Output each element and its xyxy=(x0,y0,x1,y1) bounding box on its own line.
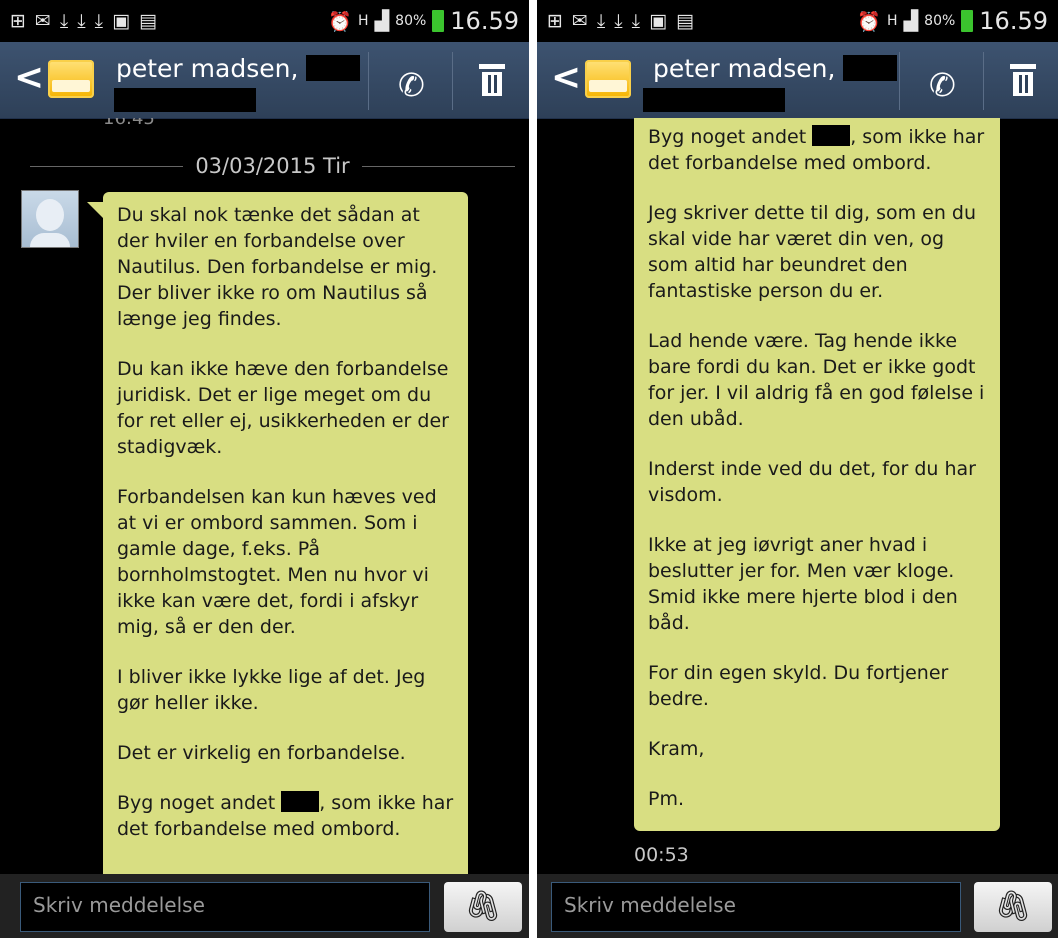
message-paragraph: Pm. xyxy=(648,788,685,810)
redacted-block xyxy=(812,125,851,146)
battery-icon xyxy=(961,10,974,32)
previous-timestamp: 16:45 xyxy=(103,118,155,129)
attach-icon[interactable]: 🖇 xyxy=(974,882,1052,932)
gallery-icon: ▤ xyxy=(676,10,694,32)
compose-bar: Skriv meddelelse 🖇 xyxy=(537,874,1058,938)
network-type: H xyxy=(887,13,898,29)
message-paragraph: Forbandelsen kan kun hæves ved at vi er … xyxy=(117,486,437,638)
header-divider xyxy=(983,52,984,110)
redacted-block xyxy=(281,791,320,812)
redacted-block xyxy=(843,55,898,81)
message-paragraph: Kram, xyxy=(648,738,705,760)
message-list[interactable]: Byg noget andet , som ikke har det forba… xyxy=(537,118,1058,874)
back-icon[interactable]: < xyxy=(14,60,44,96)
download-icon: ⤓ xyxy=(596,10,606,32)
gallery-icon: ▤ xyxy=(139,10,157,32)
redacted-number xyxy=(643,88,785,112)
message-paragraph: I bliver ikke lykke lige af det. Jeg gør… xyxy=(117,666,426,714)
message-paragraph: Ikke at jeg iøvrigt aner hvad i beslutte… xyxy=(648,534,958,634)
message-input[interactable]: Skriv meddelelse xyxy=(551,882,961,932)
download-icon: ⤓ xyxy=(77,10,86,32)
conversation-header: < peter madsen, ✆ xyxy=(537,42,1058,119)
right-screenshot: ⊞ ✉ ⤓ ⤓ ⤓ ▣ ▤ ⏰ H ▟ 80% 16.59 < peter ma… xyxy=(537,0,1058,938)
trash-icon[interactable] xyxy=(479,64,505,96)
message-paragraph: Det er virkelig en forbandelse. xyxy=(117,742,406,764)
message-paragraph: Byg noget andet , som ikke har det forba… xyxy=(117,791,454,840)
message-paragraph: Lad hende være. Tag hende ikke bare ford… xyxy=(648,330,985,430)
status-bar: ⊞ ✉ ⤓ ⤓ ⤓ ▣ ▤ ⏰ H ▟ 80% 16.59 xyxy=(537,0,1058,42)
download-icon: ⤓ xyxy=(59,10,69,32)
envelope-icon xyxy=(585,60,631,98)
message-timestamp: 00:53 xyxy=(634,844,689,866)
download-icon: ⤓ xyxy=(631,10,641,32)
message-paragraph: Byg noget andet , som ikke har det forba… xyxy=(648,125,985,174)
compose-bar: Skriv meddelelse 🖇 xyxy=(0,874,529,938)
message-paragraph: Inderst inde ved du det, for du har visd… xyxy=(648,458,976,506)
envelope-icon xyxy=(48,60,94,98)
alarm-icon: ⏰ xyxy=(857,10,881,33)
message-bubble[interactable]: Byg noget andet , som ikke har det forba… xyxy=(634,118,1000,831)
signal-icon: ▟ xyxy=(374,10,390,32)
status-bar: ⊞ ✉ ⤓ ⤓ ⤓ ▣ ▤ ⏰ H ▟ 80% 16.59 xyxy=(0,0,529,42)
header-divider xyxy=(452,52,453,110)
message-bubble[interactable]: Du skal nok tænke det sådan at der hvile… xyxy=(87,192,468,874)
mail-icon: ✉ xyxy=(571,10,588,32)
back-icon[interactable]: < xyxy=(551,60,581,96)
clock: 16.59 xyxy=(979,7,1048,35)
battery-icon xyxy=(432,10,445,32)
date-separator: 03/03/2015 Tir xyxy=(30,154,515,178)
notification-plus-icon: ⊞ xyxy=(547,10,563,32)
clock: 16.59 xyxy=(450,7,519,35)
message-paragraph: Jeg skriver dette til dig, som en du ska… xyxy=(648,202,977,302)
notification-plus-icon: ⊞ xyxy=(10,10,26,32)
contact-avatar[interactable] xyxy=(21,190,79,248)
attach-icon[interactable]: 🖇 xyxy=(444,882,522,932)
conversation-header: < peter madsen, ✆ xyxy=(0,42,529,119)
redacted-block xyxy=(306,55,361,81)
left-screenshot: ⊞ ✉ ⤓ ⤓ ⤓ ▣ ▤ ⏰ H ▟ 80% 16.59 < peter ma… xyxy=(0,0,529,938)
battery-percent: 80% xyxy=(924,13,956,29)
network-type: H xyxy=(358,13,369,29)
header-divider xyxy=(368,52,369,110)
phone-icon[interactable]: ✆ xyxy=(398,66,425,104)
mail-icon: ✉ xyxy=(34,10,51,32)
message-paragraph: For din egen skyld. Du fortjener bedre. xyxy=(648,662,949,710)
download-icon: ⤓ xyxy=(94,10,104,32)
contact-name: peter madsen, xyxy=(116,54,361,83)
alarm-icon: ⏰ xyxy=(328,10,352,33)
download-icon: ⤓ xyxy=(614,10,623,32)
trash-icon[interactable] xyxy=(1010,64,1036,96)
header-divider xyxy=(899,52,900,110)
phone-icon[interactable]: ✆ xyxy=(929,66,956,104)
battery-percent: 80% xyxy=(395,13,427,29)
contact-name: peter madsen, xyxy=(653,54,898,83)
message-paragraph: Du skal nok tænke det sådan at der hvile… xyxy=(117,204,438,330)
image-icon: ▣ xyxy=(649,10,668,32)
message-input[interactable]: Skriv meddelelse xyxy=(20,882,430,932)
redacted-number xyxy=(114,88,256,112)
message-paragraph: Du kan ikke hæve den forbandelse juridis… xyxy=(117,358,449,458)
signal-icon: ▟ xyxy=(903,10,919,32)
message-list[interactable]: 16:45 03/03/2015 Tir Du skal nok tænke d… xyxy=(0,118,529,874)
image-icon: ▣ xyxy=(112,10,131,32)
